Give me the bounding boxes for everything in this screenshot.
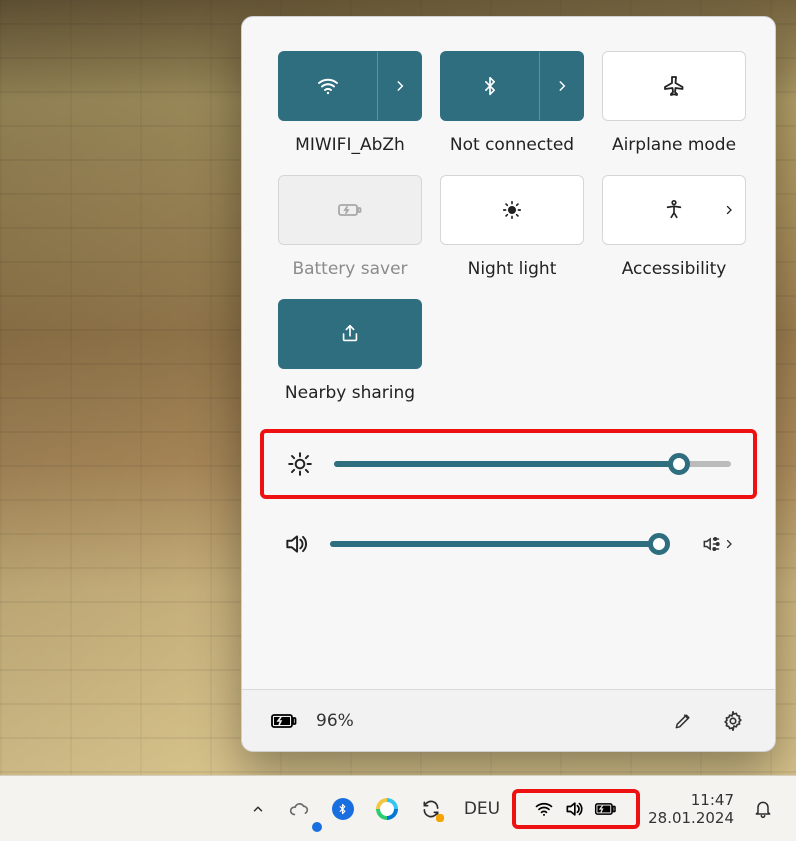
- chevron-up-icon: [251, 802, 265, 816]
- wifi-label: MIWIFI_AbZh: [295, 135, 405, 155]
- chevron-right-icon: [723, 538, 735, 550]
- taskbar: DEU 11:47 28.01.2024: [0, 775, 796, 841]
- cloud-icon: [288, 800, 310, 818]
- night-light-label: Night light: [468, 259, 557, 279]
- bluetooth-tile[interactable]: [440, 51, 584, 121]
- bell-icon: [753, 799, 773, 819]
- chevron-right-icon: [723, 204, 735, 216]
- chevron-right-icon: [555, 79, 569, 93]
- edge-tray-icon[interactable]: [366, 788, 408, 830]
- battery-percent: 96%: [316, 711, 354, 731]
- airplane-mode-tile[interactable]: [602, 51, 746, 121]
- onedrive-tray-icon[interactable]: [278, 788, 320, 830]
- volume-thumb[interactable]: [648, 533, 670, 555]
- volume-slider[interactable]: [330, 541, 669, 547]
- brightness-thumb[interactable]: [668, 453, 690, 475]
- refresh-icon: [421, 799, 441, 819]
- wifi-toggle[interactable]: [279, 74, 377, 98]
- brightness-icon: [286, 451, 314, 477]
- bluetooth-toggle[interactable]: [441, 74, 539, 98]
- night-light-tile[interactable]: [440, 175, 584, 245]
- volume-icon[interactable]: [282, 531, 310, 557]
- quick-settings-footer: 96%: [242, 689, 775, 751]
- nearby-sharing-icon: [339, 323, 361, 345]
- battery-saver-tile: [278, 175, 422, 245]
- language-indicator[interactable]: DEU: [454, 799, 510, 819]
- wifi-icon: [316, 74, 340, 98]
- volume-fill: [330, 541, 659, 547]
- accessibility-tile[interactable]: [602, 175, 746, 245]
- bluetooth-tray-icon[interactable]: [322, 788, 364, 830]
- wifi-tile[interactable]: [278, 51, 422, 121]
- windows-update-tray-icon[interactable]: [410, 788, 452, 830]
- brightness-slider[interactable]: [334, 461, 731, 467]
- brightness-slider-row: [286, 451, 731, 477]
- quick-settings-grid: MIWIFI_AbZh Not connected: [242, 17, 775, 411]
- system-tray-group[interactable]: [524, 795, 628, 823]
- audio-mixer-icon: [701, 534, 721, 554]
- accessibility-icon: [663, 199, 685, 221]
- brightness-highlight: [260, 429, 757, 499]
- volume-slider-row: [260, 521, 757, 557]
- battery-status-icon[interactable]: [270, 711, 298, 731]
- clock-date: 28.01.2024: [648, 809, 734, 827]
- nearby-sharing-label: Nearby sharing: [285, 383, 415, 403]
- chevron-right-icon: [393, 79, 407, 93]
- volume-icon: [564, 799, 584, 819]
- bluetooth-label: Not connected: [450, 135, 574, 155]
- audio-output-expand[interactable]: [701, 534, 735, 554]
- notifications-button[interactable]: [742, 788, 784, 830]
- bluetooth-icon: [332, 798, 354, 820]
- battery-saver-icon: [337, 200, 363, 220]
- gear-icon: [722, 710, 744, 732]
- bluetooth-expand-button[interactable]: [539, 52, 583, 120]
- quick-settings-flyout: MIWIFI_AbZh Not connected: [241, 16, 776, 752]
- nearby-sharing-tile[interactable]: [278, 299, 422, 369]
- wifi-expand-button[interactable]: [377, 52, 421, 120]
- clock-time: 11:47: [648, 791, 734, 809]
- edge-icon: [376, 798, 398, 820]
- battery-saver-label: Battery saver: [292, 259, 407, 279]
- brightness-fill: [334, 461, 679, 467]
- night-light-icon: [501, 199, 523, 221]
- airplane-icon: [662, 74, 686, 98]
- clock[interactable]: 11:47 28.01.2024: [642, 791, 740, 827]
- edit-quick-settings-button[interactable]: [665, 703, 701, 739]
- pencil-icon: [673, 711, 693, 731]
- wifi-icon: [534, 799, 554, 819]
- airplane-mode-label: Airplane mode: [612, 135, 736, 155]
- all-settings-button[interactable]: [715, 703, 751, 739]
- battery-icon: [594, 801, 618, 817]
- sliders-section: [242, 411, 775, 569]
- accessibility-label: Accessibility: [622, 259, 727, 279]
- tray-overflow-button[interactable]: [240, 788, 276, 830]
- bluetooth-icon: [480, 74, 500, 98]
- system-tray-highlight: [512, 789, 640, 829]
